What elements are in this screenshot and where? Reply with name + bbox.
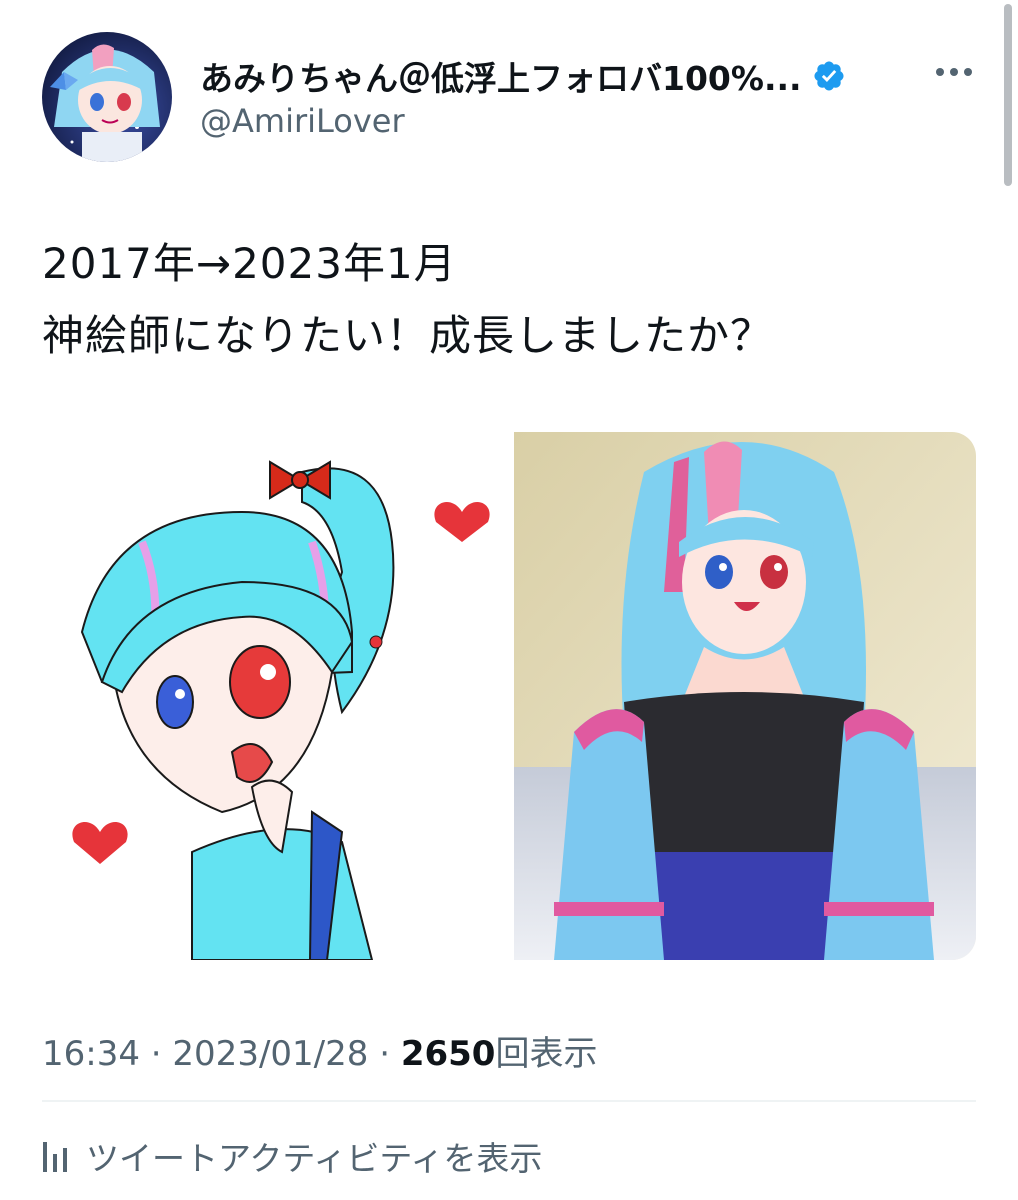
media-image-2023[interactable] (514, 432, 976, 960)
divider (42, 1100, 976, 1102)
tweet-text-line: 神絵師になりたい！成長しましたか？ (42, 311, 774, 360)
display-name[interactable]: あみりちゃん＠低浮上フォロバ100%... (200, 52, 802, 100)
verified-badge-icon (814, 61, 844, 91)
media-grid (42, 432, 976, 961)
views-label: 回表示 (495, 1034, 598, 1074)
tweet-activity-label: ツイートアクティビティを表示 (86, 1139, 543, 1178)
views-count: 2650 (400, 1034, 496, 1074)
meta-separator: · (379, 1034, 391, 1074)
author-handle[interactable]: @AmiriLover (200, 102, 405, 140)
tweet-date[interactable]: 2023/01/28 (172, 1034, 368, 1074)
tweet-text-line: 2017年→2023年1月 (42, 239, 457, 288)
more-horizontal-icon[interactable] (934, 62, 974, 82)
media-image-2017[interactable] (42, 432, 504, 961)
avatar[interactable] (42, 32, 172, 162)
scrollbar[interactable] (1004, 4, 1012, 186)
tweet-text: 2017年→2023年1月 神絵師になりたい！成長しましたか？ (42, 228, 773, 372)
bar-chart-icon (43, 1142, 67, 1172)
tweet-time[interactable]: 16:34 (42, 1034, 140, 1074)
meta-separator: · (150, 1034, 162, 1074)
tweet-activity-link[interactable]: ツイートアクティビティを表示 (42, 1132, 542, 1180)
tweet-meta: 16:34 · 2023/01/28 · 2650回表示 (42, 1026, 597, 1075)
